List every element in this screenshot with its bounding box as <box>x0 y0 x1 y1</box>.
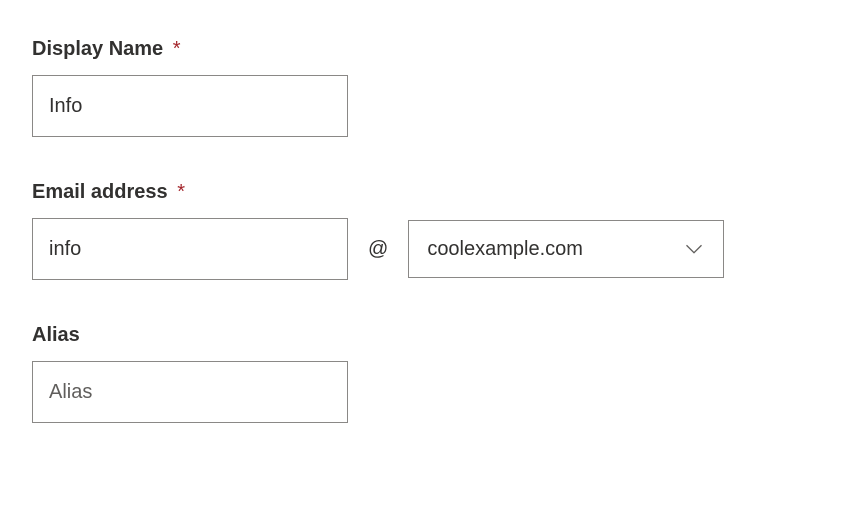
email-address-label: Email address * <box>32 181 820 204</box>
at-symbol: @ <box>368 238 388 261</box>
email-address-group: Email address * @ coolexample.com <box>32 181 820 280</box>
display-name-label: Display Name * <box>32 38 820 61</box>
email-address-label-text: Email address <box>32 181 168 203</box>
required-asterisk: * <box>177 181 185 203</box>
chevron-down-icon <box>683 238 705 260</box>
email-domain-selected: coolexample.com <box>427 238 683 261</box>
email-row: @ coolexample.com <box>32 218 820 280</box>
required-asterisk: * <box>173 38 181 60</box>
alias-group: Alias <box>32 324 820 423</box>
display-name-input[interactable] <box>32 75 348 137</box>
alias-label: Alias <box>32 324 820 347</box>
email-domain-dropdown[interactable]: coolexample.com <box>408 220 724 278</box>
display-name-label-text: Display Name <box>32 38 163 60</box>
alias-label-text: Alias <box>32 324 80 346</box>
email-local-input[interactable] <box>32 218 348 280</box>
alias-input[interactable] <box>32 361 348 423</box>
display-name-group: Display Name * <box>32 38 820 137</box>
